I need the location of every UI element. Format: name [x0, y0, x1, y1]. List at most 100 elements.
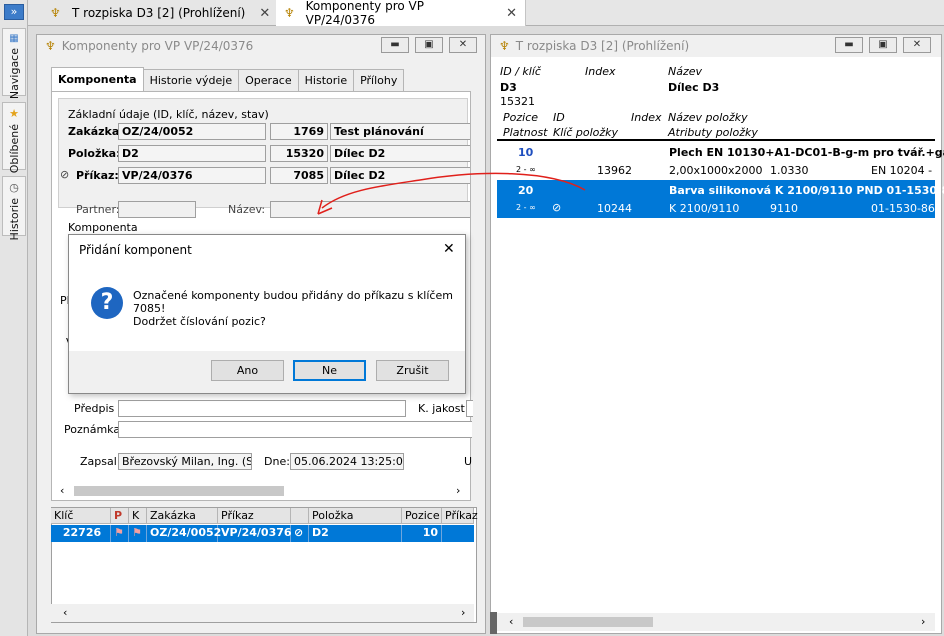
tab-rozpiska[interactable]: ♆ T rozpiska D3 [2] (Prohlížení) ✕	[42, 0, 280, 26]
document-tab-bar: ♆ T rozpiska D3 [2] (Prohlížení) ✕ ♆ Kom…	[28, 0, 944, 27]
scroll-right-icon[interactable]: ›	[461, 606, 465, 619]
dne-field[interactable]: 05.06.2024 13:25:00	[290, 453, 404, 470]
vtab-oblibene[interactable]: ★ Oblíbené	[2, 102, 26, 174]
tab-historie[interactable]: Historie	[297, 69, 355, 91]
col-pozice[interactable]: Pozice	[402, 508, 442, 524]
predpis-field[interactable]	[118, 400, 406, 417]
paperclip-icon: ⊘	[291, 525, 309, 542]
row1-klic: 13962	[597, 164, 632, 177]
zakazka-id-field[interactable]: 1769	[270, 123, 328, 140]
ne-button[interactable]: Ne	[293, 360, 366, 381]
navigation-icon: ▦	[9, 33, 19, 44]
col-p[interactable]: P	[111, 508, 129, 524]
row1-attr1: 2,00x1000x2000	[669, 164, 763, 177]
row2-nazev: Barva silikonová K 2100/9110 PND 01-1530…	[669, 184, 944, 197]
scroll-right-icon[interactable]: ›	[921, 615, 925, 628]
row1-attr3: EN 10204 - 3	[871, 164, 935, 177]
dialog-title: Přidání komponent	[79, 243, 192, 257]
poznamka-field[interactable]	[118, 421, 472, 438]
partner-label: Partner:	[76, 203, 120, 216]
hdr-id: ID	[553, 111, 565, 124]
predpis-label: Předpis :	[74, 402, 122, 415]
detail-hscrollbar[interactable]: ‹ ›	[52, 482, 470, 500]
hdr-dilec: Dílec D3	[668, 81, 720, 94]
tab-operace[interactable]: Operace	[238, 69, 299, 91]
vtab-navigace-label: Navigace	[7, 48, 21, 100]
detail-tabs: Komponenta Historie výdeje Operace Histo…	[51, 67, 405, 91]
scroll-left-icon[interactable]: ‹	[60, 484, 64, 497]
col-k[interactable]: K	[129, 508, 147, 524]
vtab-navigace[interactable]: ▦ Navigace	[2, 28, 26, 100]
dialog-message: Označené komponenty budou přidány do pří…	[133, 289, 453, 302]
col-prikaz2[interactable]: Příkaz	[442, 508, 478, 524]
hdr-atributy: Atributy položky	[668, 126, 758, 139]
col-zakazka[interactable]: Zakázka	[147, 508, 218, 524]
vtab-historie-label: Historie	[7, 198, 21, 241]
scroll-thumb[interactable]	[523, 617, 653, 627]
hdr-nazev: Název	[668, 65, 703, 78]
col-prikaz[interactable]: Příkaz	[218, 508, 291, 524]
col-klic[interactable]: Klíč	[51, 508, 111, 524]
close-icon[interactable]: ✕	[506, 6, 517, 21]
question-icon: ?	[91, 287, 123, 319]
maximize-button[interactable]: ▣	[415, 37, 443, 53]
close-icon[interactable]: ✕	[259, 6, 270, 21]
hdr-id-klic: ID / klíč	[500, 65, 541, 78]
polozka-code-field[interactable]: D2	[118, 145, 266, 162]
scroll-thumb[interactable]	[74, 486, 284, 496]
zrusit-button[interactable]: Zrušit	[376, 360, 449, 381]
dne-label: Dne:	[264, 455, 290, 468]
close-icon[interactable]: ✕	[443, 241, 455, 257]
scroll-right-icon[interactable]: ›	[456, 484, 460, 497]
k-jakost-field[interactable]	[466, 400, 473, 417]
paperclip-icon: ⊘	[60, 168, 70, 181]
col-polozka[interactable]: Položka	[309, 508, 402, 524]
grid-hscrollbar[interactable]: ‹ ›	[51, 604, 474, 622]
confirm-dialog: Přidání komponent ✕ ? Označené komponent…	[68, 234, 466, 394]
close-window-button[interactable]: ✕	[449, 37, 477, 53]
zapsal-field[interactable]: Březovský Milan, Ing. (SQL	[118, 453, 252, 470]
polozka-label: Položka:	[68, 147, 121, 160]
tab-komponenty[interactable]: ♆ Komponenty pro VP VP/24/0376 ✕	[276, 0, 526, 27]
col-attach[interactable]	[291, 508, 309, 524]
tab-komponenta[interactable]: Komponenta	[51, 67, 144, 91]
row-zakazka: OZ/24/0052	[147, 525, 221, 542]
rozpiska-window: ♆ T rozpiska D3 [2] (Prohlížení) ▬ ▣ ✕	[490, 34, 942, 634]
maximize-button[interactable]: ▣	[869, 37, 897, 53]
row2-attr3: 01-1530-86	[871, 202, 935, 215]
scroll-left-icon[interactable]: ‹	[63, 606, 67, 619]
zakazka-name-field[interactable]: Test plánování	[330, 123, 470, 140]
prikaz-code-field[interactable]: VP/24/0376	[118, 167, 266, 184]
tree-icon: ♆	[284, 6, 295, 20]
tab-rozpiska-label: T rozpiska D3 [2] (Prohlížení)	[72, 6, 246, 20]
vtab-historie[interactable]: ◷ Historie	[2, 176, 26, 240]
row2-attr2: 9110	[770, 202, 798, 215]
row1-nazev: Plech EN 10130+A1-DC01-B-g-m pro tvář.+g…	[669, 146, 944, 159]
window-title: T rozpiska D3 [2] (Prohlížení)	[515, 39, 690, 53]
zakazka-code-field[interactable]: OZ/24/0052	[118, 123, 266, 140]
tab-historie-vydeje[interactable]: Historie výdeje	[142, 69, 240, 91]
polozka-name-field[interactable]: Dílec D2	[330, 145, 470, 162]
partner-field[interactable]	[118, 201, 196, 218]
minimize-button[interactable]: ▬	[381, 37, 409, 53]
star-icon: ★	[9, 107, 19, 120]
hdr-klic-polozky: Klíč položky	[553, 126, 619, 139]
scroll-left-icon[interactable]: ‹	[509, 615, 513, 628]
prikaz-label: Příkaz:	[76, 169, 119, 182]
row2-attr1: K 2100/9110	[669, 202, 740, 215]
ano-button[interactable]: Ano	[211, 360, 284, 381]
splitter-handle[interactable]	[490, 612, 497, 634]
vtab-oblibene-label: Oblíbené	[7, 124, 21, 174]
polozka-id-field[interactable]: 15320	[270, 145, 328, 162]
hdr-index2: Index	[631, 111, 662, 124]
nazev-label: Název:	[228, 203, 266, 216]
expand-nav-button[interactable]: »	[4, 4, 24, 20]
komponenta-label: Komponenta	[68, 221, 138, 234]
row-prikaz: VP/24/0376	[218, 525, 292, 542]
tab-prilohy[interactable]: Přílohy	[353, 69, 405, 91]
zakazka-label: Zakázka:	[68, 125, 124, 138]
list-hscrollbar[interactable]: ‹ ›	[497, 613, 935, 631]
close-window-button[interactable]: ✕	[903, 37, 931, 53]
minimize-button[interactable]: ▬	[835, 37, 863, 53]
clock-icon: ◷	[9, 181, 19, 194]
